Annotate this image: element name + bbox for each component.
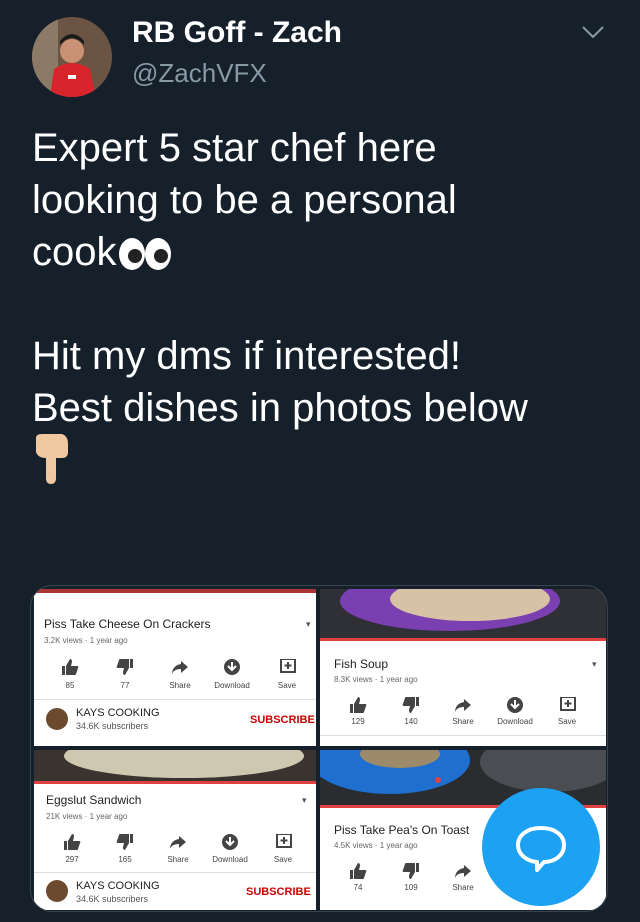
share-icon[interactable] xyxy=(169,834,187,850)
video-title: Piss Take Pea's On Toast xyxy=(334,823,470,837)
thumbs-up-icon[interactable] xyxy=(61,659,79,675)
video-thumbnail xyxy=(34,750,316,784)
eyes-emoji xyxy=(117,232,173,284)
tweet-line: Best dishes in photos below xyxy=(32,386,528,430)
channel-avatar[interactable] xyxy=(46,708,68,730)
thumbs-down-icon[interactable] xyxy=(116,659,134,675)
dislike-count: 165 xyxy=(118,855,132,864)
tweet-line: cook xyxy=(32,230,117,274)
save-icon[interactable] xyxy=(558,697,576,713)
save-label: Save xyxy=(273,855,293,864)
like-count: 129 xyxy=(351,717,365,726)
video-title: Piss Take Cheese On Crackers xyxy=(44,617,211,631)
reply-fab-button[interactable] xyxy=(482,788,600,906)
video-screenshot[interactable]: Eggslut Sandwich ▾ 21K views · 1 year ag… xyxy=(34,750,316,910)
avatar[interactable] xyxy=(32,17,112,97)
dislike-count: 140 xyxy=(404,717,418,726)
video-screenshot[interactable]: Piss Take Cheese On Crackers ▾ 3.2K view… xyxy=(34,589,316,746)
thumbs-up-icon[interactable] xyxy=(349,697,367,713)
like-count: 74 xyxy=(353,883,363,892)
channel-name[interactable]: KAYS COOKING xyxy=(76,880,160,892)
share-label: Share xyxy=(452,883,474,892)
dropdown-icon: ▾ xyxy=(592,659,597,669)
share-icon[interactable] xyxy=(454,863,472,879)
thumbs-down-icon[interactable] xyxy=(116,834,134,850)
pointing-down-emoji xyxy=(32,434,612,486)
dislike-count: 109 xyxy=(404,883,418,892)
subscriber-count: 34.6K subscribers xyxy=(76,721,149,731)
tweet-line xyxy=(32,278,612,330)
download-icon[interactable] xyxy=(223,659,241,675)
download-label: Download xyxy=(214,681,250,690)
share-label: Share xyxy=(452,717,474,726)
like-count: 297 xyxy=(65,855,79,864)
tweet-text: Expert 5 star chef here looking to be a … xyxy=(32,122,612,486)
dropdown-icon: ▾ xyxy=(306,619,311,629)
save-icon[interactable] xyxy=(278,659,296,675)
thumbs-down-icon[interactable] xyxy=(402,863,420,879)
share-label: Share xyxy=(169,681,191,690)
tweet-line: Hit my dms if interested! xyxy=(32,334,462,378)
thumbs-down-icon[interactable] xyxy=(402,697,420,713)
display-name[interactable]: RB Goff - Zach xyxy=(132,16,342,50)
channel-avatar[interactable] xyxy=(46,880,68,902)
share-icon[interactable] xyxy=(454,697,472,713)
save-icon[interactable] xyxy=(274,834,292,850)
like-count: 85 xyxy=(65,681,75,690)
video-meta: 21K views · 1 year ago xyxy=(46,812,128,821)
download-icon[interactable] xyxy=(506,697,524,713)
dropdown-icon: ▾ xyxy=(302,795,307,805)
video-meta: 4.5K views · 1 year ago xyxy=(334,841,418,850)
video-screenshot[interactable]: Fish Soup ▾ 8.3K views · 1 year ago 129 … xyxy=(320,589,606,746)
video-title: Eggslut Sandwich xyxy=(46,793,142,807)
video-meta: 8.3K views · 1 year ago xyxy=(334,675,418,684)
share-icon[interactable] xyxy=(171,659,189,675)
chevron-down-icon[interactable] xyxy=(580,22,606,42)
tweet-line: Expert 5 star chef here xyxy=(32,126,437,170)
video-meta: 3.2K views · 1 year ago xyxy=(44,636,128,645)
thumbs-up-icon[interactable] xyxy=(63,834,81,850)
share-label: Share xyxy=(167,855,189,864)
channel-name[interactable]: KAYS COOKING xyxy=(76,707,160,719)
subscribe-button[interactable]: SUBSCRIBE xyxy=(246,886,311,898)
thumbs-up-icon[interactable] xyxy=(349,863,367,879)
video-thumbnail xyxy=(320,589,606,641)
handle[interactable]: @ZachVFX xyxy=(132,58,267,89)
download-icon[interactable] xyxy=(221,834,239,850)
subscribe-button[interactable]: SUBSCRIBE xyxy=(250,714,315,726)
save-label: Save xyxy=(557,717,577,726)
download-label: Download xyxy=(212,855,248,864)
subscriber-count: 34.6K subscribers xyxy=(76,894,149,904)
download-label: Download xyxy=(497,717,533,726)
save-label: Save xyxy=(277,681,297,690)
dislike-count: 77 xyxy=(120,681,130,690)
video-title: Fish Soup xyxy=(334,657,389,671)
speech-bubble-icon xyxy=(516,826,566,872)
tweet-line: looking to be a personal xyxy=(32,178,457,222)
